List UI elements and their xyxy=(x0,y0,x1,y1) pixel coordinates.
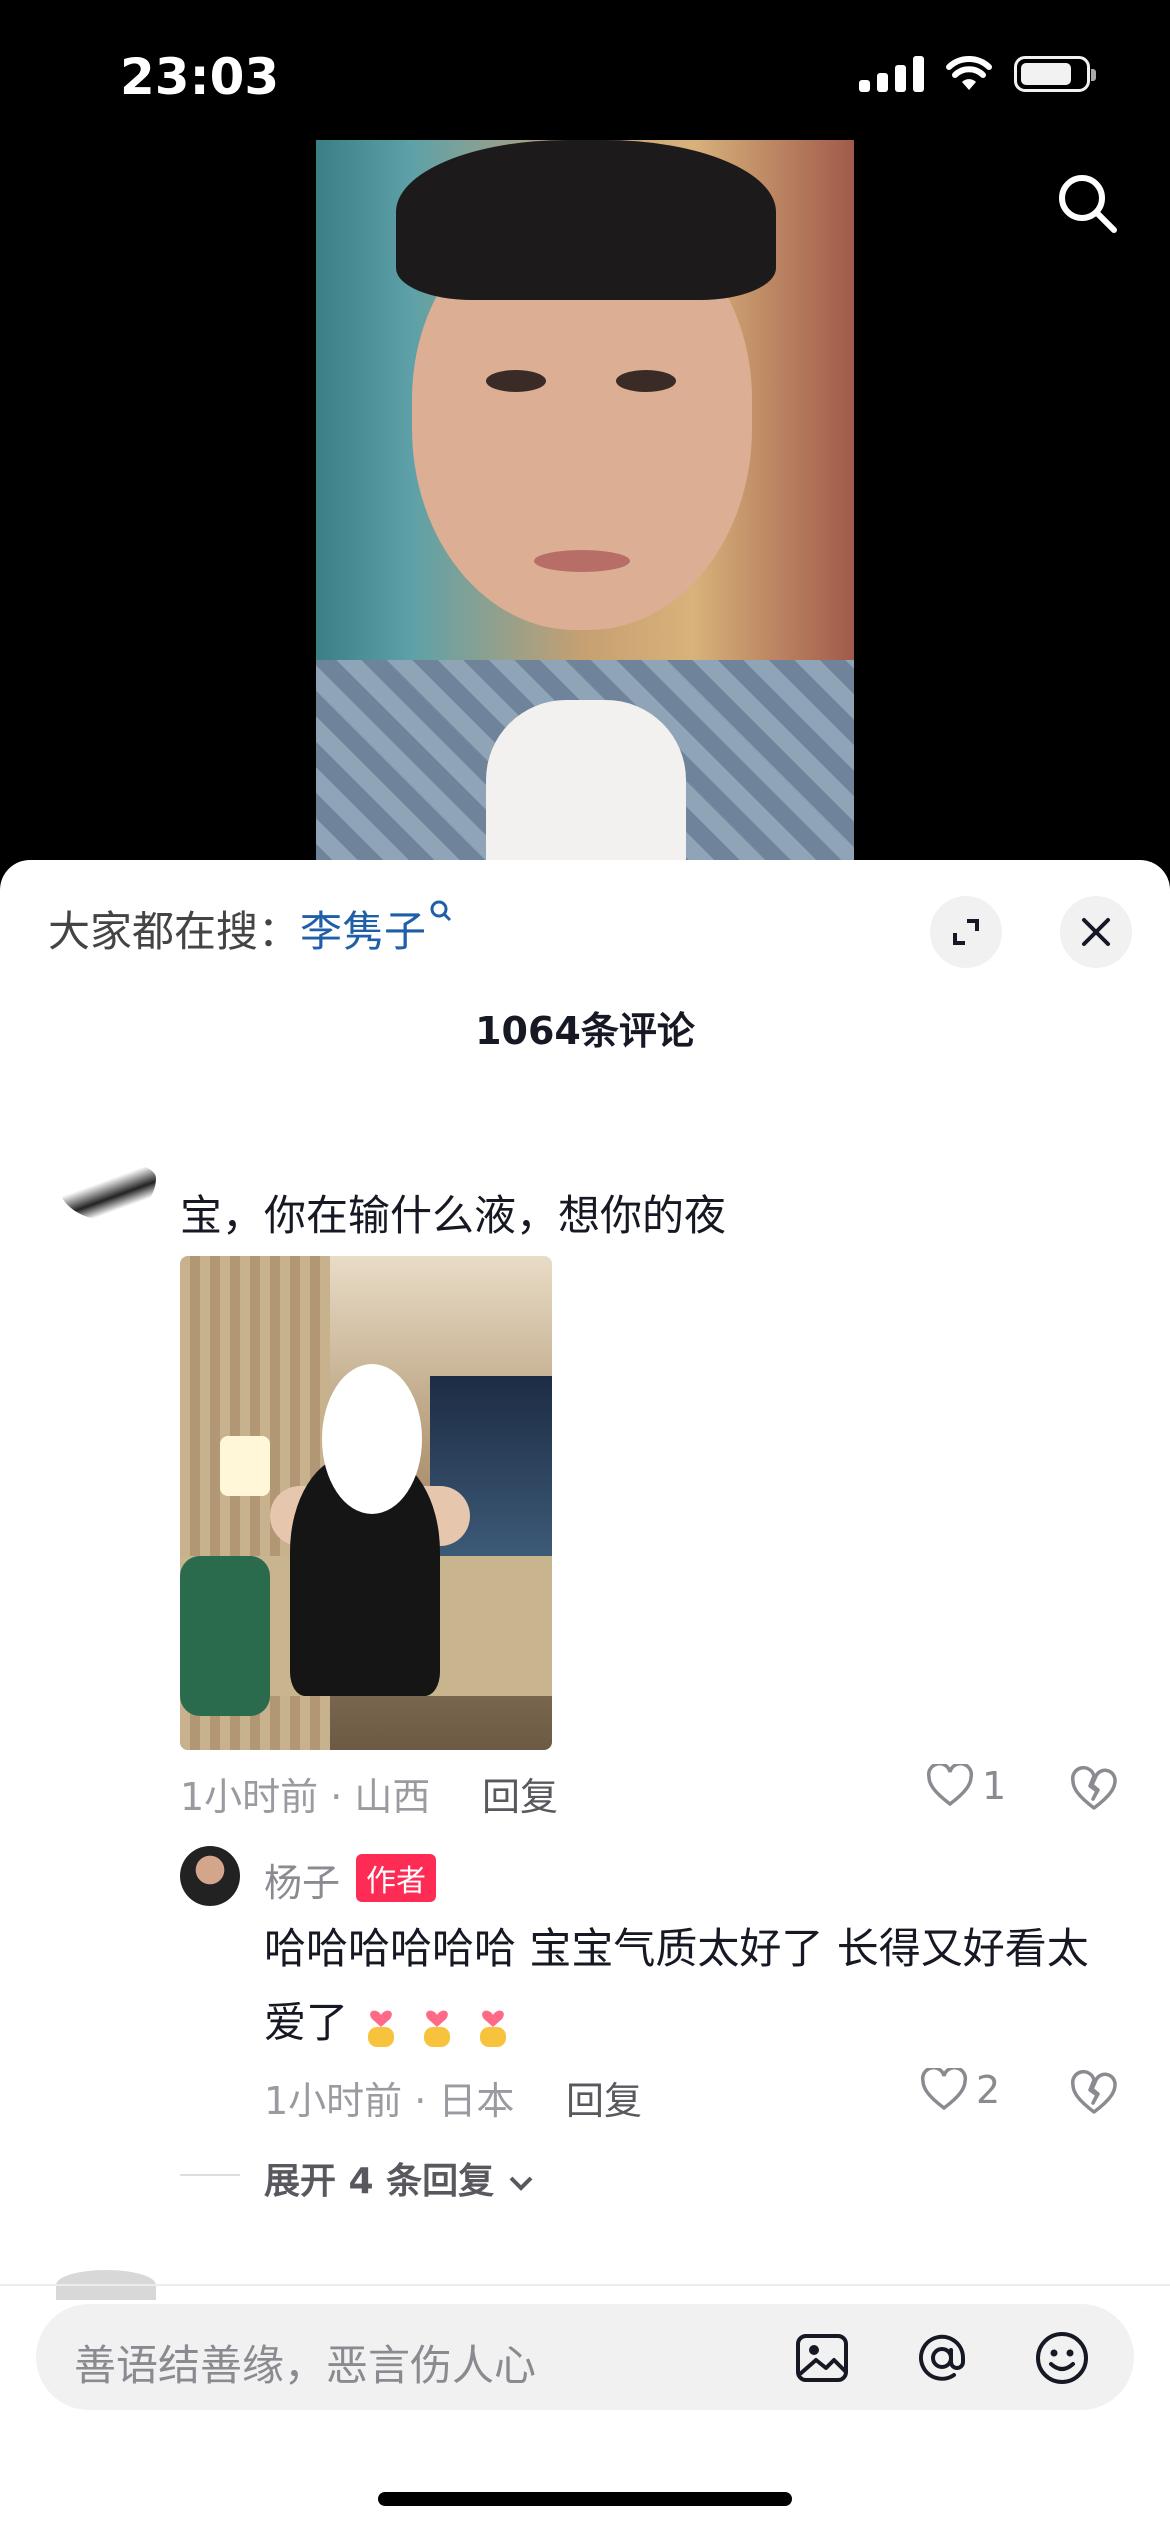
emoji-icon[interactable] xyxy=(1032,2328,1092,2388)
battery-icon xyxy=(1014,56,1096,92)
hot-search-keyword[interactable]: 李隽子 xyxy=(300,907,426,956)
finger-heart-emoji-icon xyxy=(480,2010,507,2047)
like-button[interactable]: 1 xyxy=(926,1764,1006,1808)
expand-replies-button[interactable]: 展开 4 条回复 xyxy=(264,2152,535,2204)
hot-search[interactable]: 大家都在搜：李隽子 xyxy=(48,898,454,959)
broken-heart-icon[interactable] xyxy=(1070,1766,1118,1814)
close-icon xyxy=(1082,918,1110,946)
avatar[interactable] xyxy=(56,1160,156,1220)
divider xyxy=(0,2284,1170,2286)
heart-icon xyxy=(920,2068,968,2111)
broken-heart-icon[interactable] xyxy=(1070,2070,1118,2118)
reply-author-name[interactable]: 杨子 xyxy=(264,1852,340,1907)
hot-search-prefix: 大家都在搜： xyxy=(48,907,301,956)
home-indicator[interactable] xyxy=(378,2492,792,2506)
at-mention-icon[interactable] xyxy=(912,2328,972,2388)
search-icon[interactable] xyxy=(1052,168,1122,238)
reply-button[interactable]: 回复 xyxy=(482,1766,558,1821)
like-button[interactable]: 2 xyxy=(920,2068,1000,2112)
like-count: 1 xyxy=(982,1764,1007,1808)
reply-text: 哈哈哈哈哈哈 宝宝气质太好了 长得又好看太爱了 xyxy=(264,1912,1124,2060)
comment-text: 宝，你在输什么液，想你的夜 xyxy=(180,1191,727,1240)
expand-replies-label: 展开 4 条回复 xyxy=(264,2161,495,2202)
comment-input-placeholder: 善语结善缘，恶言伤人心 xyxy=(74,2341,537,2390)
comment-time-location: 1小时前 · 山西 xyxy=(180,1775,431,1819)
like-count: 2 xyxy=(976,2068,1001,2112)
search-icon xyxy=(430,900,452,922)
heart-icon xyxy=(926,1764,974,1807)
video-player[interactable] xyxy=(316,140,854,880)
divider xyxy=(180,2174,240,2176)
reply-button[interactable]: 回复 xyxy=(566,2070,642,2125)
comment-input[interactable]: 善语结善缘，恶言伤人心 xyxy=(36,2304,1134,2410)
avatar[interactable] xyxy=(180,1846,240,1906)
chevron-down-icon xyxy=(509,2176,533,2191)
status-time: 23:03 xyxy=(120,48,280,106)
expand-button[interactable] xyxy=(930,896,1002,968)
image-icon[interactable] xyxy=(792,2328,852,2388)
expand-icon xyxy=(953,919,979,945)
cellular-signal-icon xyxy=(859,56,924,92)
reply-time-location: 1小时前 · 日本 xyxy=(264,2079,515,2123)
status-icons xyxy=(859,56,1096,92)
finger-heart-emoji-icon xyxy=(424,2010,451,2047)
comment-sheet: 大家都在搜：李隽子 1064条评论 宝，你在输什么液，想你的夜 1小时前 · 山… xyxy=(0,860,1170,2532)
close-button[interactable] xyxy=(1060,896,1132,968)
author-badge: 作者 xyxy=(356,1854,436,1902)
comment-image[interactable] xyxy=(180,1256,552,1750)
wifi-icon xyxy=(946,56,992,90)
finger-heart-emoji-icon xyxy=(368,2010,395,2047)
comment-count: 1064条评论 xyxy=(475,1009,695,1053)
